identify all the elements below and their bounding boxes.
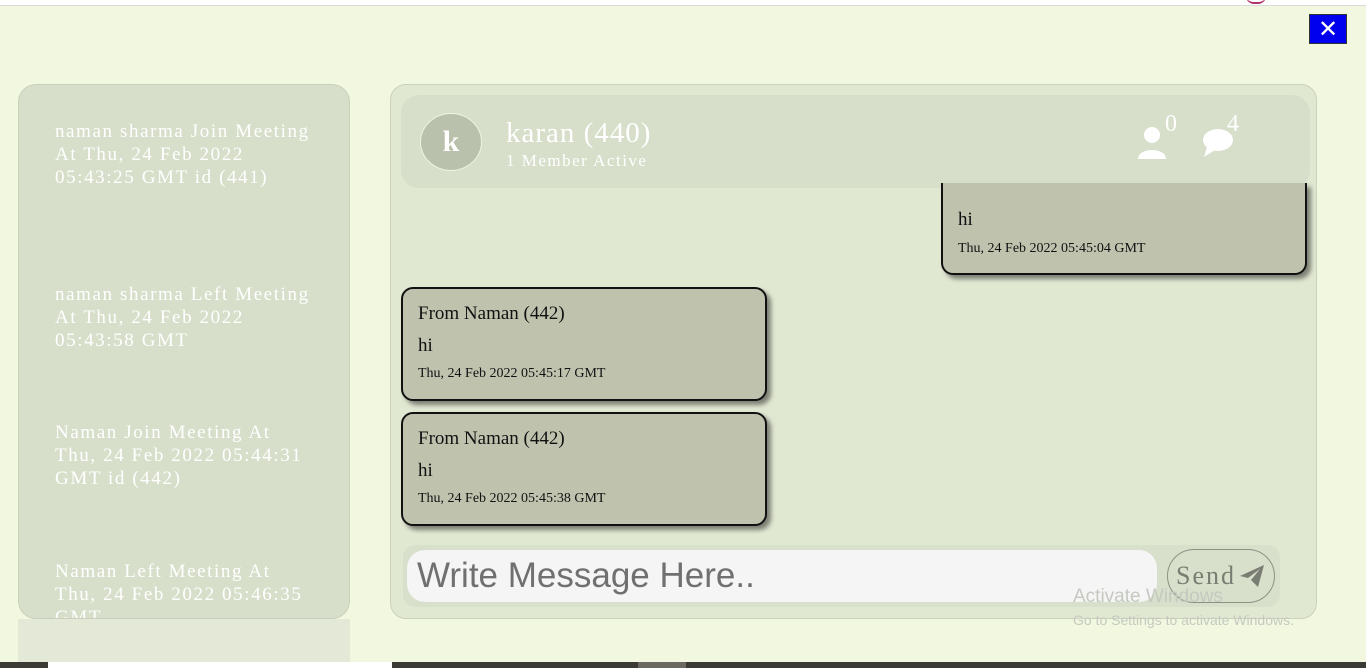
message-text: hi bbox=[418, 335, 433, 356]
activity-item: Naman Join Meeting At Thu, 24 Feb 2022 0… bbox=[55, 422, 303, 489]
activity-item: Naman Left Meeting At Thu, 24 Feb 2022 0… bbox=[55, 561, 303, 619]
top-accent bbox=[1246, 0, 1266, 4]
message-text: hi bbox=[958, 209, 973, 230]
activity-panel: naman sharma Join Meeting At Thu, 24 Feb… bbox=[18, 84, 350, 619]
chat-header: k karan (440) 1 Member Active 0 4 bbox=[401, 95, 1310, 188]
close-button[interactable]: ✕ bbox=[1309, 14, 1347, 44]
chat-panel: k karan (440) 1 Member Active 0 4 hi Thu… bbox=[390, 84, 1317, 619]
message-bubble-outgoing: hi Thu, 24 Feb 2022 05:45:04 GMT bbox=[941, 183, 1307, 275]
activity-item: naman sharma Left Meeting At Thu, 24 Feb… bbox=[55, 284, 310, 351]
avatar: k bbox=[420, 113, 482, 171]
message-timestamp: Thu, 24 Feb 2022 05:45:17 GMT bbox=[418, 366, 606, 381]
members-count: 0 bbox=[1165, 111, 1177, 137]
members-button[interactable] bbox=[1136, 123, 1186, 163]
user-icon bbox=[1138, 127, 1166, 159]
watermark-subtitle: Go to Settings to activate Windows. bbox=[1073, 612, 1294, 628]
room-title: karan (440) bbox=[506, 117, 652, 149]
browser-top-strip bbox=[0, 0, 1366, 6]
message-sender: From Naman (442) bbox=[418, 303, 565, 324]
taskbar bbox=[0, 662, 1366, 668]
messages-count: 4 bbox=[1227, 111, 1239, 137]
taskbar-segment bbox=[48, 662, 392, 668]
activity-panel-footer bbox=[18, 619, 350, 663]
messages-button[interactable] bbox=[1201, 123, 1251, 163]
message-input[interactable] bbox=[407, 550, 1157, 602]
message-bubble-incoming: From Naman (442) hi Thu, 24 Feb 2022 05:… bbox=[401, 287, 767, 401]
activity-item: naman sharma Join Meeting At Thu, 24 Feb… bbox=[55, 121, 310, 188]
activation-watermark: Activate Windows Go to Settings to activ… bbox=[1073, 586, 1294, 628]
message-timestamp: Thu, 24 Feb 2022 05:45:04 GMT bbox=[958, 241, 1146, 256]
active-members-label: 1 Member Active bbox=[506, 151, 648, 170]
message-sender: From Naman (442) bbox=[418, 428, 565, 449]
taskbar-segment bbox=[638, 662, 686, 668]
watermark-title: Activate Windows bbox=[1073, 586, 1223, 607]
message-bubble-incoming: From Naman (442) hi Thu, 24 Feb 2022 05:… bbox=[401, 412, 767, 526]
message-text: hi bbox=[418, 460, 433, 481]
message-timestamp: Thu, 24 Feb 2022 05:45:38 GMT bbox=[418, 491, 606, 506]
